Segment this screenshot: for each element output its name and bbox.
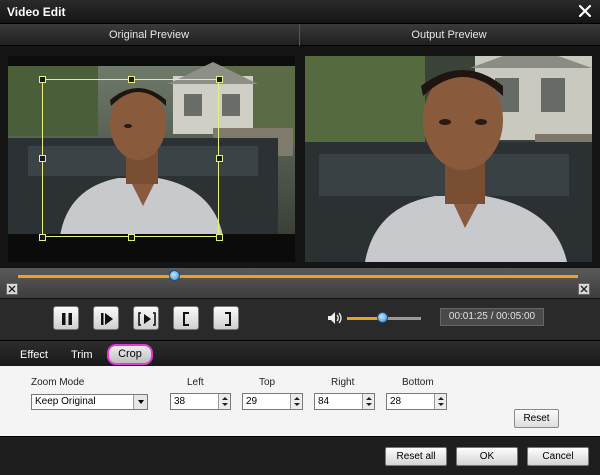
preview-headers: Original Preview Output Preview: [0, 24, 600, 46]
stepper-arrows-icon: [438, 397, 444, 406]
ok-button[interactable]: OK: [456, 447, 518, 466]
crop-handle-top-left[interactable]: [39, 76, 46, 83]
left-stepper-arrows[interactable]: [218, 394, 230, 409]
output-preview-label: Output Preview: [411, 29, 487, 41]
crop-handle-bottom-right[interactable]: [216, 234, 223, 241]
zoom-mode-select[interactable]: Keep Original: [31, 394, 148, 410]
timeline-playhead[interactable]: [168, 270, 180, 281]
close-icon[interactable]: [576, 2, 594, 20]
mark-out-icon: [225, 312, 231, 326]
tab-trim[interactable]: Trim: [71, 349, 93, 361]
crop-handle-bottom-left[interactable]: [39, 234, 46, 241]
time-display: 00:01:25 / 00:05:00: [440, 308, 544, 326]
original-preview-label: Original Preview: [108, 29, 190, 41]
dropdown-arrow[interactable]: [133, 395, 147, 409]
zoom-mode-value: Keep Original: [35, 396, 96, 407]
left-label: Left: [187, 377, 204, 388]
top-stepper[interactable]: 29: [242, 393, 303, 410]
reset-button[interactable]: Reset: [514, 409, 559, 428]
mark-out-button[interactable]: [213, 306, 239, 330]
mark-in-button[interactable]: [173, 306, 199, 330]
bottom-stepper-arrows[interactable]: [434, 394, 446, 409]
preview-area: [0, 46, 600, 268]
cancel-button[interactable]: Cancel: [527, 447, 589, 466]
stepper-arrows-icon: [294, 397, 300, 406]
right-label: Right: [331, 377, 355, 388]
bottom-stepper[interactable]: 28: [386, 393, 447, 410]
reset-all-button[interactable]: Reset all: [385, 447, 447, 466]
tab-effect[interactable]: Effect: [20, 349, 48, 361]
crop-handle-top[interactable]: [128, 76, 135, 83]
crop-handle-left[interactable]: [39, 155, 46, 162]
crop-handle-bottom[interactable]: [128, 234, 135, 241]
crop-settings-panel: Zoom Mode Left Top Right Bottom Keep Ori…: [0, 366, 600, 436]
timeline-bar: [0, 268, 600, 298]
mark-in-icon: [183, 312, 189, 326]
title-bar: Video Edit: [0, 0, 600, 24]
trim-start-marker-icon[interactable]: [6, 283, 18, 295]
chevron-down-icon: [138, 400, 144, 404]
output-preview-video: [305, 56, 592, 262]
volume-slider-thumb[interactable]: [376, 312, 388, 323]
top-label: Top: [259, 377, 276, 388]
stepper-arrows-icon: [366, 397, 372, 406]
bottom-label: Bottom: [402, 377, 434, 388]
next-frame-icon: [101, 313, 113, 325]
play-segment-button[interactable]: [133, 306, 159, 330]
bottom-value: 28: [390, 396, 402, 407]
trim-end-marker-icon[interactable]: [578, 283, 590, 295]
tab-crop[interactable]: Crop: [107, 344, 153, 365]
pause-icon: [62, 313, 72, 325]
window-title: Video Edit: [7, 5, 66, 19]
next-frame-button[interactable]: [93, 306, 119, 330]
crop-handle-right[interactable]: [216, 155, 223, 162]
left-stepper[interactable]: 38: [170, 393, 231, 410]
pause-button[interactable]: [53, 306, 79, 330]
right-stepper-arrows[interactable]: [362, 394, 374, 409]
edit-tabs: Effect Trim Crop: [0, 340, 600, 366]
stepper-arrows-icon: [222, 397, 228, 406]
right-value: 84: [318, 396, 330, 407]
playback-controls: 00:01:25 / 00:05:00: [0, 298, 600, 340]
right-stepper[interactable]: 84: [314, 393, 375, 410]
left-value: 38: [174, 396, 186, 407]
crop-handle-top-right[interactable]: [216, 76, 223, 83]
dialog-footer: Reset all OK Cancel: [0, 436, 600, 475]
timeline-track[interactable]: [18, 275, 578, 278]
speaker-icon[interactable]: [327, 311, 343, 325]
top-value: 29: [246, 396, 258, 407]
play-segment-icon: [138, 312, 156, 326]
top-stepper-arrows[interactable]: [290, 394, 302, 409]
zoom-mode-label: Zoom Mode: [31, 377, 85, 388]
crop-frame[interactable]: [39, 76, 223, 241]
